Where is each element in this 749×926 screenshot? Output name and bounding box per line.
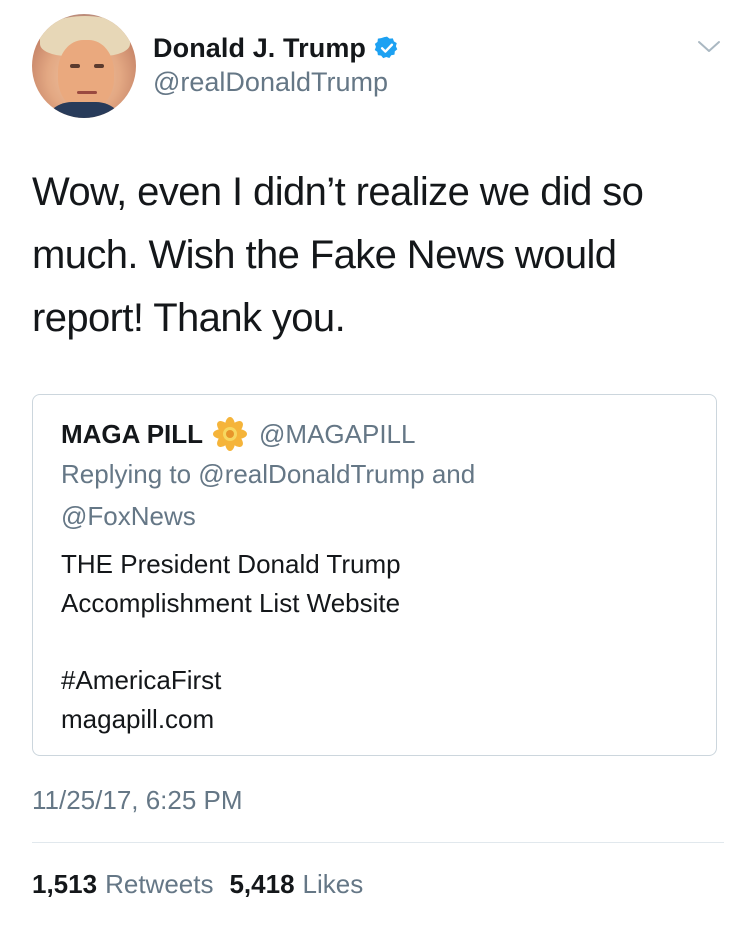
author-names[interactable]: Donald J. Trump @realDonaldTrump xyxy=(153,32,400,98)
tweet-detail: Donald J. Trump @realDonaldTrump Wow, ev… xyxy=(0,0,749,926)
tweet-text: Wow, even I didn’t realize we did so muc… xyxy=(32,161,712,350)
quoted-tweet-header: MAGA PILL @MAGAPILL xyxy=(61,417,415,451)
avatar[interactable] xyxy=(32,14,136,118)
display-name[interactable]: Donald J. Trump xyxy=(153,33,366,64)
tweet-header: Donald J. Trump @realDonaldTrump xyxy=(32,14,732,124)
likes-label[interactable]: Likes xyxy=(303,869,364,900)
tweet-text-line: Wow, even I didn’t realize we did so xyxy=(32,170,644,214)
quoted-tweet-card[interactable]: MAGA PILL @MAGAPILL Replying to @realDon… xyxy=(32,394,717,756)
divider xyxy=(32,842,724,843)
tweet-text-line: report! Thank you. xyxy=(32,296,346,340)
replying-to-line: Replying to @realDonaldTrump and xyxy=(61,459,476,489)
chevron-down-icon[interactable] xyxy=(696,34,722,60)
likes-count[interactable]: 5,418 xyxy=(229,869,294,900)
quoted-tweet-handle: @MAGAPILL xyxy=(259,418,416,449)
retweets-label[interactable]: Retweets xyxy=(105,869,213,900)
tweet-stats: 1,513 Retweets 5,418 Likes xyxy=(32,869,363,905)
avatar-mouth xyxy=(77,91,97,94)
author-handle[interactable]: @realDonaldTrump xyxy=(153,67,400,98)
avatar-eye-right xyxy=(94,64,104,68)
avatar-face xyxy=(58,40,114,110)
quoted-tweet-body-line: THE President Donald Trump xyxy=(61,549,401,579)
quoted-tweet-body: THE President Donald Trump Accomplishmen… xyxy=(61,545,681,739)
verified-badge-icon xyxy=(374,36,398,59)
quoted-tweet-link: magapill.com xyxy=(61,704,215,734)
avatar-suit xyxy=(42,102,126,118)
quoted-tweet-hashtag: #AmericaFirst xyxy=(61,665,222,695)
replying-to-line: @FoxNews xyxy=(61,501,196,531)
quoted-tweet-body-line: Accomplishment List Website xyxy=(61,588,401,618)
tweet-timestamp[interactable]: 11/25/17, 6:25 PM xyxy=(32,785,243,816)
quoted-tweet-name: MAGA PILL xyxy=(61,418,204,449)
flower-emoji-icon xyxy=(213,417,248,451)
replying-to: Replying to @realDonaldTrump and @FoxNew… xyxy=(61,453,681,537)
avatar-eye-left xyxy=(70,64,80,68)
retweets-count[interactable]: 1,513 xyxy=(32,869,97,900)
tweet-text-line: much. Wish the Fake News would xyxy=(32,233,617,277)
display-name-row: Donald J. Trump xyxy=(153,32,400,64)
